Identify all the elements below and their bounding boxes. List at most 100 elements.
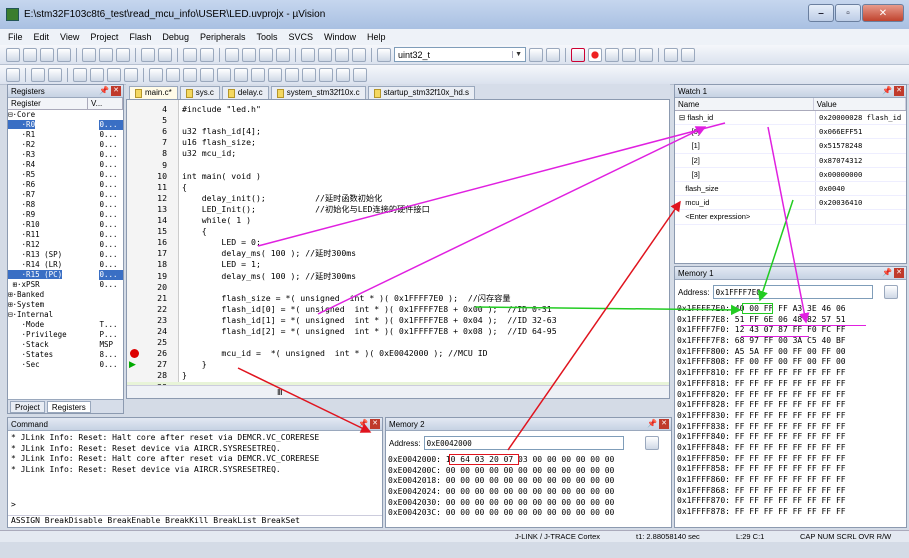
col-value[interactable]: V...: [88, 98, 123, 109]
register-row[interactable]: ⊟·Core: [8, 110, 123, 120]
register-row[interactable]: ·R5 0...: [8, 170, 123, 180]
watch-row[interactable]: flash_size 0x0040: [675, 181, 906, 197]
code-line[interactable]: 9: [127, 160, 669, 171]
tab-startup-stm32f10x-hd-s[interactable]: startup_stm32f10x_hd.s: [367, 86, 475, 99]
code-line[interactable]: 25: [127, 337, 669, 348]
breakpoint-kill-all-icon[interactable]: [639, 47, 653, 62]
memory-row[interactable]: 0xE004200C: 00 00 00 00 00 00 00 00 00 0…: [386, 466, 671, 477]
menu-peripherals[interactable]: Peripherals: [200, 32, 246, 42]
redo-icon[interactable]: [158, 47, 172, 62]
memory-row[interactable]: 0x1FFFF7E0: 40 00 FF FF A3 3E 46 06: [675, 304, 906, 315]
registers-window-icon[interactable]: [217, 67, 231, 82]
memory-window-icon[interactable]: [268, 67, 282, 82]
debug-session-icon[interactable]: [571, 47, 585, 62]
code-line[interactable]: 28}: [127, 370, 669, 381]
paste-icon[interactable]: [116, 47, 130, 62]
code-line[interactable]: 11 {: [127, 182, 669, 193]
pin-icon[interactable]: 📌: [358, 419, 368, 428]
memory-row[interactable]: 0xE004203C: 00 00 00 00 00 00 00 00 00 0…: [386, 508, 671, 519]
step-out-icon[interactable]: [107, 67, 121, 82]
configure-icon[interactable]: [681, 47, 695, 62]
tab-project[interactable]: Project: [10, 400, 45, 413]
register-row[interactable]: ·R8 0...: [8, 200, 123, 210]
register-row[interactable]: ·R4 0...: [8, 160, 123, 170]
menu-view[interactable]: View: [60, 32, 79, 42]
watch-row[interactable]: [2] 0x87074312: [675, 153, 906, 168]
code-line[interactable]: 17 delay_ms( 100 ); //延时300ms: [127, 248, 669, 259]
register-row[interactable]: ⊟·Internal: [8, 310, 123, 320]
trace-window-icon[interactable]: [319, 67, 333, 82]
memory1-address-input[interactable]: 0x1FFFF7E0: [712, 285, 873, 299]
indent-icon[interactable]: [301, 47, 315, 62]
pin-icon[interactable]: 📌: [647, 419, 657, 428]
watch-row[interactable]: <Enter expression>: [675, 210, 906, 225]
tab-sys-c[interactable]: sys.c: [179, 86, 220, 99]
menu-edit[interactable]: Edit: [34, 32, 50, 42]
memory-row[interactable]: 0x1FFFF7F8: 68 97 FF 00 3A C5 40 BF: [675, 336, 906, 347]
code-line[interactable]: 5: [127, 115, 669, 126]
menu-window[interactable]: Window: [324, 32, 356, 42]
menu-flash[interactable]: Flash: [129, 32, 151, 42]
register-row[interactable]: ·R2 0...: [8, 140, 123, 150]
run-icon[interactable]: [31, 67, 45, 82]
maximize-button[interactable]: ▫: [835, 4, 861, 22]
window-layout-icon[interactable]: [664, 47, 678, 62]
memory-row[interactable]: 0x1FFFF830: FF FF FF FF FF FF FF FF: [675, 411, 906, 422]
memory-row[interactable]: 0x1FFFF7F0: 12 43 07 87 FF F0 FC FF: [675, 325, 906, 336]
save-icon[interactable]: [40, 47, 54, 62]
code-line[interactable]: 10 int main( void ): [127, 171, 669, 182]
register-row[interactable]: ·R12 0...: [8, 240, 123, 250]
memory-row[interactable]: 0x1FFFF810: FF FF FF FF FF FF FF FF: [675, 368, 906, 379]
register-row[interactable]: ·Stack MSP: [8, 340, 123, 350]
menu-svcs[interactable]: SVCS: [289, 32, 314, 42]
memory-row[interactable]: 0x1FFFF868: FF FF FF FF FF FF FF FF: [675, 486, 906, 497]
memory-row[interactable]: 0x1FFFF860: FF FF FF FF FF FF FF FF: [675, 475, 906, 486]
memory-row[interactable]: 0x1FFFF848: FF FF FF FF FF FF FF FF: [675, 443, 906, 454]
memory-row[interactable]: 0xE0042000: 10 64 03 20 07 03 00 00 00 0…: [386, 455, 671, 466]
bookmark-prev-icon[interactable]: [242, 47, 256, 62]
cut-icon[interactable]: [82, 47, 96, 62]
register-row[interactable]: ·States 8...: [8, 350, 123, 360]
editor-hscroll[interactable]: Ⅲ: [127, 385, 669, 398]
register-row[interactable]: ·Mode T...: [8, 320, 123, 330]
code-line[interactable]: 27 }: [127, 359, 669, 370]
step-into-icon[interactable]: [73, 67, 87, 82]
close-icon[interactable]: ✕: [659, 419, 669, 429]
close-icon[interactable]: ✕: [370, 419, 380, 429]
register-row[interactable]: ⊞·xPSR 0...: [8, 280, 123, 290]
stop-icon[interactable]: [48, 67, 62, 82]
menu-file[interactable]: File: [8, 32, 23, 42]
code-line[interactable]: 13 LED_Init(); //初始化与LED连接的硬件接口: [127, 204, 669, 215]
pin-icon[interactable]: 📌: [882, 86, 892, 95]
run-to-cursor-icon[interactable]: [124, 67, 138, 82]
tab-main-c[interactable]: main.c*: [129, 86, 178, 99]
bookmark-icon[interactable]: [225, 47, 239, 62]
code-line[interactable]: 19 delay_ms( 100 ); //延时300ms: [127, 271, 669, 282]
col-register[interactable]: Register: [8, 98, 88, 109]
incremental-find-icon[interactable]: [546, 47, 560, 62]
pin-icon[interactable]: 📌: [882, 268, 892, 277]
watch-row[interactable]: mcu_id 0x20036410: [675, 196, 906, 211]
memory-row[interactable]: 0xE0042024: 00 00 00 00 00 00 00 00 00 0…: [386, 487, 671, 498]
register-row[interactable]: ·R1 0...: [8, 130, 123, 140]
code-line[interactable]: 4 #include "led.h": [127, 104, 669, 115]
register-row[interactable]: ·Sec 0...: [8, 360, 123, 370]
register-row[interactable]: ·R6 0...: [8, 180, 123, 190]
memory-row[interactable]: 0x1FFFF800: A5 5A FF 00 FF 00 FF 00: [675, 347, 906, 358]
memory-row[interactable]: 0x1FFFF828: FF FF FF FF FF FF FF FF: [675, 400, 906, 411]
close-icon[interactable]: ✕: [894, 268, 904, 278]
pin-icon[interactable]: 📌: [99, 86, 109, 95]
breakpoint-insert-icon[interactable]: [588, 47, 602, 62]
memory-row[interactable]: 0x1FFFF850: FF FF FF FF FF FF FF FF: [675, 454, 906, 465]
close-icon[interactable]: ✕: [894, 86, 904, 96]
save-all-icon[interactable]: [57, 47, 71, 62]
watch-row[interactable]: [1] 0x51578248: [675, 139, 906, 154]
menu-tools[interactable]: Tools: [256, 32, 277, 42]
code-line[interactable]: 23 flash_id[1] = *( unsigned int * )( 0x…: [127, 315, 669, 326]
toolbox-icon[interactable]: [353, 67, 367, 82]
code-line[interactable]: 20: [127, 282, 669, 293]
register-row[interactable]: ·R7 0...: [8, 190, 123, 200]
col-value[interactable]: Value: [814, 98, 906, 110]
symbols-window-icon[interactable]: [200, 67, 214, 82]
register-row[interactable]: ·R11 0...: [8, 230, 123, 240]
